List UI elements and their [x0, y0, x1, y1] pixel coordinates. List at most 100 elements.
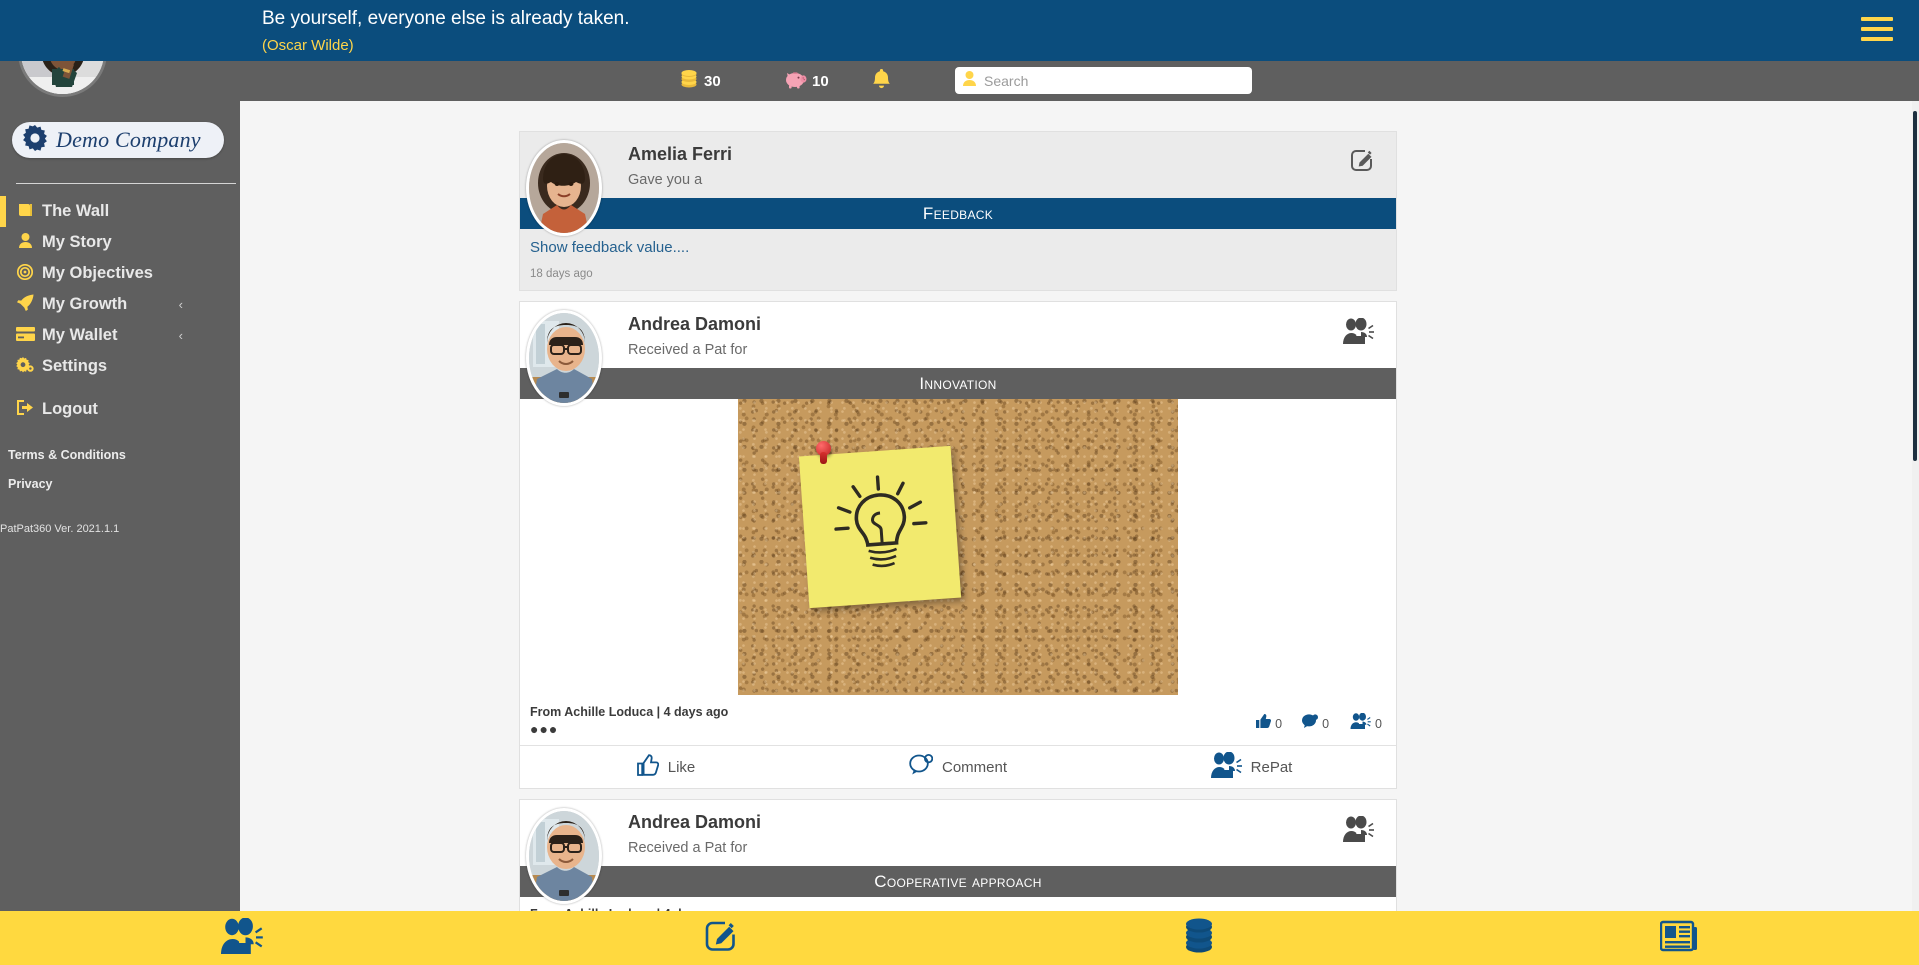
post-more-options[interactable]: ●●● — [530, 721, 1382, 737]
post-action-bar: Like Comment RePat — [520, 745, 1396, 788]
post-header: Andrea Damoni Received a Pat for — [520, 302, 1396, 406]
repat-button[interactable]: RePat — [1104, 746, 1396, 789]
sidebar-item-label: Settings — [42, 357, 108, 375]
sidebar-item-label: My Story — [42, 233, 112, 251]
target-icon — [12, 263, 38, 284]
sidebar-item-label: My Growth — [42, 295, 128, 313]
comment-outline-icon — [909, 753, 934, 780]
sidebar-item-settings[interactable]: Settings — [0, 351, 240, 382]
coins-stack-icon — [679, 69, 699, 94]
coins-stack-icon — [1181, 917, 1217, 960]
pushpin-icon — [816, 441, 831, 464]
post-header: Andrea Damoni Received a Pat for — [520, 800, 1396, 904]
coins-balance[interactable]: 30 — [679, 61, 721, 101]
notifications-button[interactable] — [872, 61, 891, 101]
sidebar-item-my-story[interactable]: My Story — [0, 227, 240, 258]
like-label: Like — [667, 758, 696, 776]
sidebar-item-label: The Wall — [42, 202, 110, 220]
repat-count: 0 — [1375, 716, 1382, 731]
active-indicator — [0, 351, 6, 382]
bottom-news-button[interactable] — [1439, 911, 1919, 965]
active-indicator — [0, 289, 6, 320]
sidebar-item-label: Logout — [42, 400, 98, 418]
chevron-left-icon[interactable]: ‹ — [179, 297, 183, 312]
feed-scrollbar[interactable] — [1913, 111, 1917, 461]
gears-icon — [12, 356, 38, 377]
secondary-toolbar: 30 10 — [0, 61, 1919, 101]
post-counters: 0 0 0 — [1256, 712, 1382, 734]
like-button[interactable]: Like — [520, 746, 812, 789]
post-image[interactable] — [520, 399, 1396, 695]
post-subtitle: Received a Pat for — [628, 342, 748, 358]
sidebar-item-my-objectives[interactable]: My Objectives — [0, 258, 240, 289]
like-counter[interactable]: 0 — [1256, 714, 1282, 733]
sidebar-item-label: My Objectives — [42, 264, 153, 282]
feed-post-cooperative-approach: Andrea Damoni Received a Pat for Coopera… — [519, 799, 1397, 911]
sidebar-item-logout[interactable]: Logout — [0, 394, 240, 425]
newspaper-icon — [1659, 920, 1698, 957]
post-header: Amelia Ferri Gave you a — [520, 132, 1396, 236]
active-indicator — [0, 196, 6, 227]
edit-square-icon — [703, 919, 737, 958]
pats-balance[interactable]: 10 — [783, 61, 829, 101]
pat-people-icon[interactable] — [1340, 317, 1374, 349]
post-banner: Innovation — [520, 368, 1396, 399]
wallet-icon — [12, 326, 38, 345]
pat-people-icon[interactable] — [1340, 815, 1374, 847]
bottom-write-post-button[interactable] — [480, 911, 960, 965]
main-content: Amelia Ferri Gave you a Feedback Show fe… — [240, 101, 1919, 911]
search-input[interactable] — [984, 72, 1244, 89]
post-meta: From Achille Loduca | 4 days ago ●●● 0 0 — [520, 695, 1396, 745]
feed-list: Amelia Ferri Gave you a Feedback Show fe… — [519, 131, 1397, 911]
like-count: 0 — [1275, 716, 1283, 731]
active-indicator — [0, 258, 6, 289]
person-icon — [12, 233, 38, 252]
logout-icon — [12, 400, 38, 419]
pat-people-icon — [1349, 712, 1371, 734]
post-subtitle: Gave you a — [628, 172, 703, 188]
company-name: Demo Company — [56, 127, 201, 152]
bottom-give-pat-button[interactable] — [0, 911, 480, 965]
feed-post-feedback: Amelia Ferri Gave you a Feedback Show fe… — [519, 131, 1397, 291]
post-author: Amelia Ferri — [628, 144, 733, 164]
comment-counter[interactable]: 0 — [1302, 714, 1329, 733]
edit-square-icon[interactable] — [1349, 148, 1374, 178]
thumbs-up-icon — [1256, 714, 1272, 733]
gear-icon — [22, 124, 48, 156]
post-banner: Cooperative approach — [520, 866, 1396, 897]
show-feedback-value-link[interactable]: Show feedback value.... — [530, 239, 1396, 256]
pat-people-icon — [217, 916, 263, 959]
comment-button[interactable]: Comment — [812, 746, 1104, 789]
post-origin: From Achille Loduca | 4 days ago — [530, 705, 729, 719]
bottom-coins-button[interactable] — [960, 911, 1440, 965]
sidebar-item-my-growth[interactable]: My Growth ‹ — [0, 289, 240, 320]
sidebar-item-the-wall[interactable]: The Wall — [0, 196, 240, 227]
repat-counter[interactable]: 0 — [1349, 712, 1382, 734]
post-author: Andrea Damoni — [628, 812, 762, 832]
post-banner: Feedback — [520, 198, 1396, 229]
pat-people-icon — [1208, 751, 1242, 783]
repat-label: RePat — [1250, 758, 1293, 776]
terms-link[interactable]: Terms & Conditions — [8, 448, 126, 462]
pats-count: 10 — [812, 72, 829, 90]
sidebar: Demo Company The Wall My Story My Object… — [0, 0, 240, 911]
post-meta: From Achille Loduca | 4 days ago — [520, 897, 1396, 911]
privacy-link[interactable]: Privacy — [8, 477, 52, 491]
post-avatar[interactable] — [526, 808, 602, 904]
active-indicator — [0, 227, 6, 258]
post-timestamp: 18 days ago — [530, 268, 593, 280]
search-box[interactable] — [955, 67, 1252, 94]
thumbs-up-outline-icon — [636, 753, 659, 781]
hamburger-icon[interactable] — [1861, 17, 1893, 41]
sidebar-item-my-wallet[interactable]: My Wallet ‹ — [0, 320, 240, 351]
bottom-action-bar — [0, 911, 1919, 965]
post-avatar[interactable] — [526, 140, 602, 236]
post-avatar[interactable] — [526, 310, 602, 406]
feed-post-innovation: Andrea Damoni Received a Pat for Innovat… — [519, 301, 1397, 789]
quote-block: Be yourself, everyone else is already ta… — [262, 6, 630, 57]
sidebar-divider — [16, 183, 236, 184]
company-logo[interactable]: Demo Company — [12, 122, 224, 158]
active-indicator — [0, 320, 6, 351]
chevron-left-icon[interactable]: ‹ — [179, 328, 183, 343]
piggy-bank-icon — [783, 69, 807, 94]
